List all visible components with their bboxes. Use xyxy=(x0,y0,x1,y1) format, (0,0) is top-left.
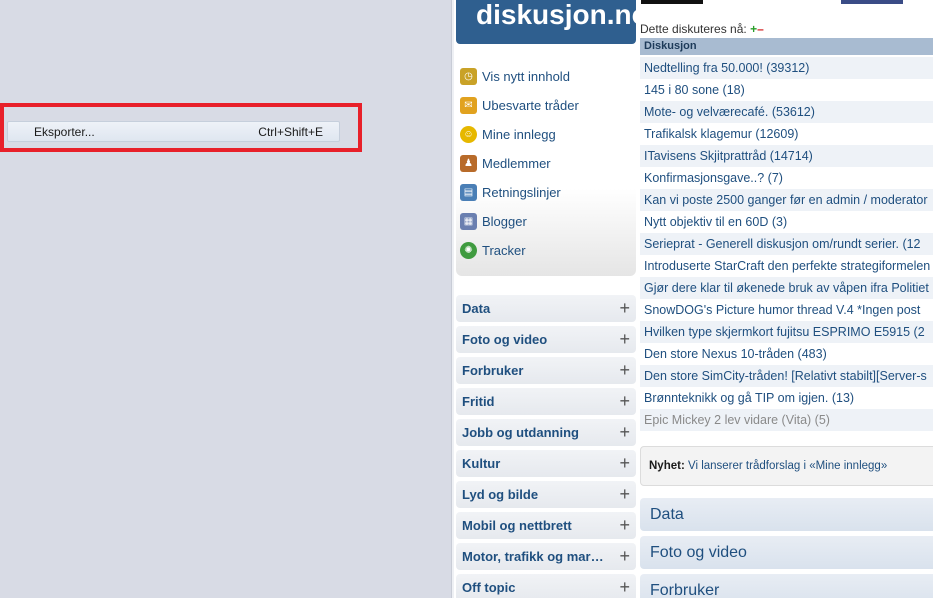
category-item[interactable]: Mobil og nettbrett + xyxy=(456,512,636,539)
thread-link[interactable]: 145 i 80 sone (18) xyxy=(640,79,933,101)
category-item[interactable]: Fritid + xyxy=(456,388,636,415)
blog-icon: ▦ xyxy=(460,212,477,230)
members-icon: ♟ xyxy=(460,154,477,172)
thread-link[interactable]: Introduserte StarCraft den perfekte stra… xyxy=(640,255,933,277)
discussion-heading: Dette diskuteres nå: +– xyxy=(640,22,764,36)
category-list: Data + Foto og video + Forbruker + Fritid + … xyxy=(456,295,636,598)
plus-icon: + xyxy=(619,546,630,566)
nav-item-members[interactable]: ♟ Medlemmer xyxy=(460,152,551,174)
thread-link[interactable]: Hvilken type skjermkort fujitsu ESPRIMO … xyxy=(640,321,933,343)
nav-item-guidelines[interactable]: ▤ Retningslinjer xyxy=(460,181,561,203)
main-category-list: Data Foto og video Forbruker xyxy=(640,498,933,598)
header-image-left xyxy=(641,0,703,4)
thread-list: Nedtelling fra 50.000! (39312) 145 i 80 … xyxy=(640,57,933,431)
thread-link[interactable]: SnowDOG's Picture humor thread V.4 *Inge… xyxy=(640,299,933,321)
category-item[interactable]: Data + xyxy=(456,295,636,322)
category-item[interactable]: Lyd og bilde + xyxy=(456,481,636,508)
category-item[interactable]: Foto og video + xyxy=(456,326,636,353)
thread-link[interactable]: Mote- og velværecafé. (53612) xyxy=(640,101,933,123)
clock-icon: ◷ xyxy=(460,67,477,85)
guidelines-icon: ▤ xyxy=(460,183,477,201)
thread-link[interactable]: Gjør dere klar til økenede bruk av våpen… xyxy=(640,277,933,299)
thread-link[interactable]: Den store Nexus 10-tråden (483) xyxy=(640,343,933,365)
thread-link[interactable]: Konfirmasjonsgave..? (7) xyxy=(640,167,933,189)
plus-icon: + xyxy=(619,577,630,597)
nav-label: Vis nytt innhold xyxy=(482,68,570,84)
nav-item-tracker[interactable]: ✺ Tracker xyxy=(460,239,526,261)
desktop-background: Eksporter... Ctrl+Shift+E xyxy=(0,0,451,598)
category-item[interactable]: Kultur + xyxy=(456,450,636,477)
plus-icon: + xyxy=(619,422,630,442)
plus-icon: + xyxy=(619,515,630,535)
thread-link[interactable]: Epic Mickey 2 lev vidare (Vita) (5) xyxy=(640,409,933,431)
thread-link[interactable]: Nedtelling fra 50.000! (39312) xyxy=(640,57,933,79)
nav-item-blogs[interactable]: ▦ Blogger xyxy=(460,210,527,232)
thread-link[interactable]: ITavisens Skjitprattråd (14714) xyxy=(640,145,933,167)
nav-item-unanswered[interactable]: ✉ Ubesvarte tråder xyxy=(460,94,579,116)
category-item[interactable]: Motor, trafikk og mar… + xyxy=(456,543,636,570)
nav-item-my-posts[interactable]: ☺ Mine innlegg xyxy=(460,123,556,145)
thread-link[interactable]: Brønnteknikk og gå TIP om igjen. (13) xyxy=(640,387,933,409)
highlight-outline xyxy=(0,103,362,152)
nav-label: Blogger xyxy=(482,213,527,229)
news-text: Vi lanserer trådforslag i «Mine innlegg» xyxy=(684,460,888,472)
main-category-item[interactable]: Data xyxy=(640,498,933,531)
plus-icon: + xyxy=(619,360,630,380)
webpage: diskusjon.no ◷ Vis nytt innhold ✉ Ubesva… xyxy=(454,0,933,598)
bug-icon: ✺ xyxy=(460,241,477,259)
site-logo[interactable]: diskusjon.no xyxy=(456,0,649,44)
main-category-item[interactable]: Forbruker xyxy=(640,574,933,598)
category-item[interactable]: Jobb og utdanning + xyxy=(456,419,636,446)
category-item[interactable]: Forbruker + xyxy=(456,357,636,384)
nav-item-new-content[interactable]: ◷ Vis nytt innhold xyxy=(460,65,570,87)
discussion-column-header: Diskusjon xyxy=(640,38,933,55)
thread-link[interactable]: Nytt objektiv til en 60D (3) xyxy=(640,211,933,233)
nav-menu: ◷ Vis nytt innhold ✉ Ubesvarte tråder ☺ … xyxy=(456,58,636,276)
news-label: Nyhet: xyxy=(649,460,685,472)
header-image-right xyxy=(841,0,903,4)
category-item[interactable]: Off topic + xyxy=(456,574,636,598)
nav-label: Tracker xyxy=(482,242,526,258)
thread-link[interactable]: Kan vi poste 2500 ganger før en admin / … xyxy=(640,189,933,211)
thread-link[interactable]: Serieprat - Generell diskusjon om/rundt … xyxy=(640,233,933,255)
main-category-item[interactable]: Foto og video xyxy=(640,536,933,569)
plus-icon: + xyxy=(619,298,630,318)
smiley-icon: ☺ xyxy=(460,125,477,143)
plus-icon: + xyxy=(619,391,630,411)
thread-link[interactable]: Trafikalsk klagemur (12609) xyxy=(640,123,933,145)
nav-label: Ubesvarte tråder xyxy=(482,97,579,113)
minus-icon[interactable]: – xyxy=(757,22,764,36)
plus-icon: + xyxy=(619,453,630,473)
news-box[interactable]: Nyhet: Vi lanserer trådforslag i «Mine i… xyxy=(640,446,933,486)
logo-text: diskusjon.no xyxy=(476,0,649,30)
nav-label: Medlemmer xyxy=(482,155,551,171)
envelope-icon: ✉ xyxy=(460,96,477,114)
nav-label: Mine innlegg xyxy=(482,126,556,142)
plus-icon: + xyxy=(619,329,630,349)
nav-label: Retningslinjer xyxy=(482,184,561,200)
thread-link[interactable]: Den store SimCity-tråden! [Relativt stab… xyxy=(640,365,933,387)
plus-icon: + xyxy=(619,484,630,504)
